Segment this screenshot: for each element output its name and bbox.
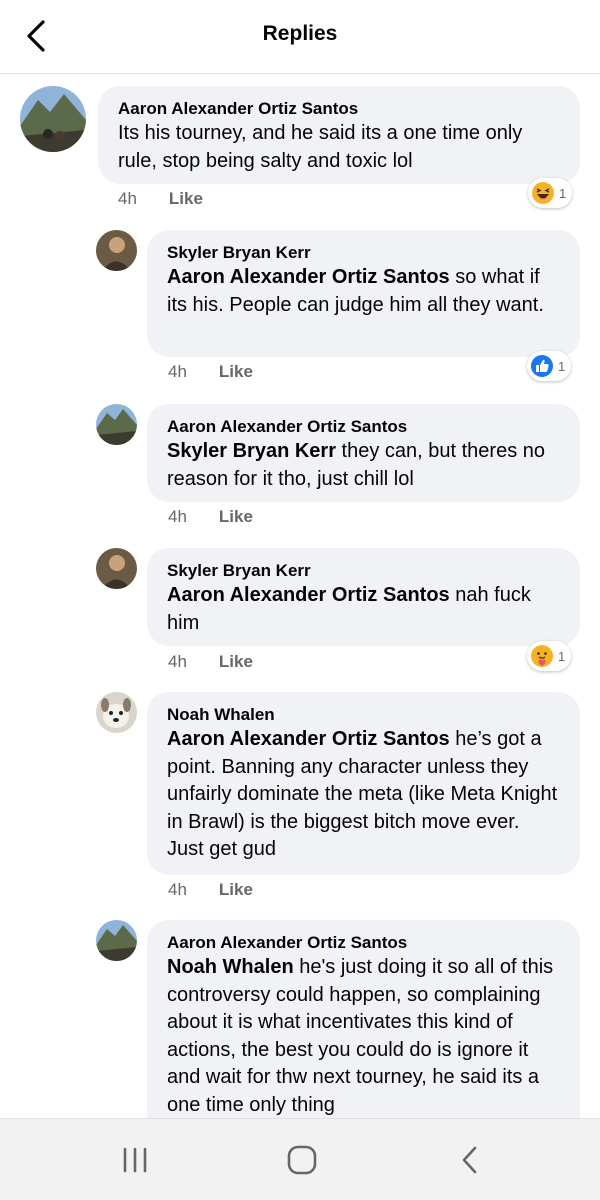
avatar[interactable] [20,86,86,152]
comment-author[interactable]: Aaron Alexander Ortiz Santos [118,98,560,120]
person-photo-icon [96,548,137,589]
home-icon [287,1145,317,1175]
comment-text: Skyler Bryan Kerr they can, but theres n… [167,438,560,493]
mention-link[interactable]: Aaron Alexander Ortiz Santos [167,728,450,750]
comment-bubble[interactable]: Aaron Alexander Ortiz Santos Its his tou… [98,86,580,184]
mention-link[interactable]: Noah Whalen [167,956,294,978]
comment-author[interactable]: Aaron Alexander Ortiz Santos [167,932,560,954]
comment-time: 4h [168,507,187,526]
comment-author[interactable]: Skyler Bryan Kerr [167,560,560,582]
recent-apps-button[interactable] [105,1137,165,1183]
dog-photo-icon [96,692,137,733]
comment-time: 4h [118,189,137,208]
haha-reaction-icon [532,182,554,204]
mountain-photo-icon [96,920,137,961]
like-reaction-icon [531,355,553,377]
reaction-count: 1 [558,358,566,374]
comment-time: 4h [168,880,187,899]
comment-meta: 4h Like [168,507,253,527]
comment-bubble[interactable]: Skyler Bryan Kerr Aaron Alexander Ortiz … [147,548,580,646]
avatar[interactable] [96,404,137,445]
comment-time: 4h [168,652,187,671]
like-button[interactable]: Like [219,507,253,526]
comment-author[interactable]: Aaron Alexander Ortiz Santos [167,416,560,438]
system-navigation-bar [0,1118,600,1200]
care-reaction-icon [531,645,553,667]
comment-time: 4h [168,362,187,381]
comment-meta: 4h Like [168,880,253,900]
mention-link[interactable]: Aaron Alexander Ortiz Santos [167,266,450,288]
mention-link[interactable]: Aaron Alexander Ortiz Santos [167,584,450,606]
comment-body: Its his tourney, and he said its a one t… [118,122,523,172]
comment-meta: 4h Like [168,362,253,382]
like-button[interactable]: Like [169,189,203,208]
comment-text: Noah Whalen he's just doing it so all of… [167,954,560,1119]
comment-bubble[interactable]: Skyler Bryan Kerr Aaron Alexander Ortiz … [147,230,580,357]
comment-meta: 4h Like [168,652,253,672]
comment-author[interactable]: Noah Whalen [167,704,560,726]
mountain-photo-icon [20,86,86,152]
comment-text: Its his tourney, and he said its a one t… [118,120,560,175]
avatar[interactable] [96,920,137,961]
mention-link[interactable]: Skyler Bryan Kerr [167,440,336,462]
person-photo-icon [96,230,137,271]
comment-bubble[interactable]: Aaron Alexander Ortiz Santos Noah Whalen… [147,920,580,1120]
reaction-count: 1 [558,648,566,664]
reaction-badge[interactable]: 1 [528,178,573,208]
comment-text: Aaron Alexander Ortiz Santos he’s got a … [167,726,560,864]
like-button[interactable]: Like [219,362,253,381]
page-title: Replies [262,22,338,45]
comment-body: he's just doing it so all of this contro… [167,956,554,1116]
comment-bubble[interactable]: Aaron Alexander Ortiz Santos Skyler Brya… [147,404,580,502]
comment-bubble[interactable]: Noah Whalen Aaron Alexander Ortiz Santos… [147,692,580,875]
comment-meta: 4h Like [118,189,203,209]
comment-author[interactable]: Skyler Bryan Kerr [167,242,560,264]
comment-text: Aaron Alexander Ortiz Santos nah fuck hi… [167,582,560,637]
recent-apps-icon [123,1147,147,1173]
reaction-badge[interactable]: 1 [527,641,572,671]
comment-text: Aaron Alexander Ortiz Santos so what if … [167,264,560,319]
like-button[interactable]: Like [219,652,253,671]
avatar[interactable] [96,692,137,733]
system-back-button[interactable] [440,1137,500,1183]
avatar[interactable] [96,230,137,271]
home-button[interactable] [272,1137,332,1183]
like-button[interactable]: Like [219,880,253,899]
reaction-count: 1 [559,185,567,201]
mountain-photo-icon [96,404,137,445]
top-app-bar: Replies [0,0,600,74]
avatar[interactable] [96,548,137,589]
reaction-badge[interactable]: 1 [527,351,572,381]
nav-back-icon [462,1146,477,1174]
